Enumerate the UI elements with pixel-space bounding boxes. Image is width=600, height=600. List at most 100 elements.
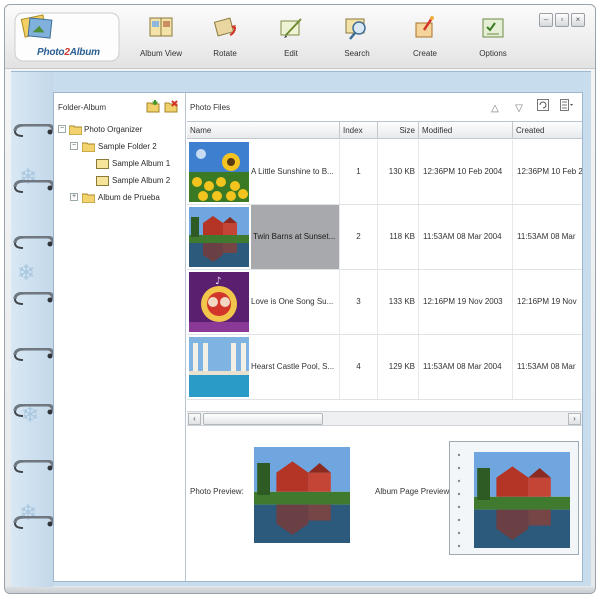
folder-icon [81, 141, 96, 153]
photo-preview-label: Photo Preview: [190, 487, 244, 496]
tree-node-label: Photo Organizer [84, 125, 143, 134]
modified-cell: 11:53AM 08 Mar 2004 [419, 335, 513, 399]
rotate-label: Rotate [213, 49, 237, 58]
spiral-ring [13, 403, 55, 418]
app-window: Photo2Album Album View Rotate Edit Searc… [4, 4, 596, 594]
spiral-ring [13, 235, 55, 250]
options-button[interactable]: Options [461, 15, 525, 65]
collapse-icon[interactable]: − [70, 142, 78, 150]
album-page-preview [449, 441, 579, 555]
album-icon [96, 158, 109, 169]
refresh-icon[interactable] [536, 99, 550, 112]
tree-node-photo-organizer[interactable]: − Photo Organizer [58, 121, 183, 138]
photo-files-pane: Photo Files △ ▽ Name Index Size Modified … [187, 93, 582, 581]
tree-pane-title: Folder-Album [58, 103, 107, 112]
pool-thumbnail [189, 337, 249, 397]
tree-node-label: Sample Album 1 [112, 159, 171, 168]
toolbar: Photo2Album Album View Rotate Edit Searc… [5, 5, 595, 69]
album-view-label: Album View [139, 49, 183, 58]
name-cell: Hearst Castle Pool, S... [187, 335, 340, 399]
spiral-ring [13, 179, 55, 194]
scroll-right-icon[interactable]: › [568, 413, 581, 425]
svg-text:♪: ♪ [215, 276, 221, 287]
horizontal-scrollbar[interactable]: ‹ › [187, 411, 582, 426]
album-page-preview-label: Album Page Preview [375, 487, 450, 496]
table-row[interactable]: A Little Sunshine to B... 1 130 KB 12:36… [187, 140, 582, 205]
name-cell: Twin Barns at Sunset... [187, 205, 340, 269]
scroll-thumb[interactable] [203, 413, 323, 425]
file-name: Twin Barns at Sunset... [251, 205, 339, 269]
created-cell: 11:53AM 08 Mar [517, 362, 576, 371]
edit-icon [276, 15, 306, 41]
table-row[interactable]: Hearst Castle Pool, S... 4 129 KB 11:53A… [187, 335, 582, 400]
create-icon [410, 15, 440, 41]
snowflake-icon: ❄ [17, 260, 36, 285]
search-button[interactable]: Search [325, 15, 389, 65]
view-menu-icon[interactable] [560, 99, 574, 112]
spiral-binding: ❄ ❄ ❄ ❄ [11, 72, 53, 587]
folder-icon [68, 124, 83, 136]
move-up-icon[interactable]: △ [488, 102, 502, 115]
barn-thumbnail [189, 207, 249, 267]
column-header-size[interactable]: Size [378, 122, 419, 139]
size-cell: 118 KB [378, 205, 419, 269]
index-cell: 4 [340, 335, 378, 399]
rotate-icon [210, 15, 240, 41]
collapse-icon[interactable]: − [58, 125, 66, 133]
name-cell: ♪ Love is One Song Su... [187, 270, 340, 334]
edit-button[interactable]: Edit [259, 15, 323, 65]
rotate-button[interactable]: Rotate [193, 15, 257, 65]
size-cell: 130 KB [378, 140, 419, 204]
delete-folder-icon[interactable] [164, 99, 178, 113]
folder-tree-pane: Folder-Album − Photo Organizer − Sample … [54, 93, 186, 581]
files-toolbar: △ ▽ [478, 99, 574, 115]
spiral-ring [13, 291, 55, 306]
maximize-button[interactable]: ▫ [555, 13, 569, 27]
file-name: Hearst Castle Pool, S... [251, 362, 335, 371]
index-cell: 2 [340, 205, 378, 269]
window-bottom-bar [5, 587, 595, 593]
sunflower-thumbnail [189, 142, 249, 202]
photo-preview-image [254, 447, 350, 543]
search-label: Search [344, 49, 370, 58]
album-view-button[interactable]: Album View [129, 15, 193, 65]
modified-cell: 11:53AM 08 Mar 2004 [419, 205, 513, 269]
folder-icon [81, 192, 96, 204]
file-name: A Little Sunshine to B... [251, 167, 334, 176]
tree-node-album-de-prueba[interactable]: + Album de Prueba [58, 189, 183, 206]
index-cell: 3 [340, 270, 378, 334]
close-button[interactable]: × [571, 13, 585, 27]
logo-text: Photo2Album [37, 47, 100, 58]
new-folder-icon[interactable] [146, 99, 160, 113]
modified-cell: 12:36PM 10 Feb 2004 [419, 140, 513, 204]
column-header-name[interactable]: Name [187, 122, 340, 139]
spiral-ring [13, 459, 55, 474]
tree-node-label: Album de Prueba [98, 193, 160, 202]
tree-node-label: Sample Folder 2 [98, 142, 157, 151]
table-row[interactable]: ♪ Love is One Song Su... 3 133 KB 12:16P… [187, 270, 582, 335]
photo-files-table: Name Index Size Modified Created A Littl… [187, 121, 582, 411]
tree-node-sample-album-2[interactable]: Sample Album 2 [58, 172, 183, 189]
edit-label: Edit [284, 49, 298, 58]
spiral-ring [13, 347, 55, 362]
create-button[interactable]: Create [393, 15, 457, 65]
love-song-thumbnail: ♪ [189, 272, 249, 332]
move-down-icon[interactable]: ▽ [512, 102, 526, 115]
created-cell: 11:53AM 08 Mar [517, 232, 576, 241]
column-header-index[interactable]: Index [340, 122, 378, 139]
options-label: Options [479, 49, 507, 58]
search-icon [342, 15, 372, 41]
table-row-selected[interactable]: Twin Barns at Sunset... 2 118 KB 11:53AM… [187, 205, 582, 270]
album-page-image [474, 452, 570, 548]
minimize-button[interactable]: – [539, 13, 553, 27]
column-header-created[interactable]: Created [513, 122, 582, 139]
scroll-left-icon[interactable]: ‹ [188, 413, 201, 425]
expand-icon[interactable]: + [70, 193, 78, 201]
spiral-ring [13, 515, 55, 530]
folder-tree: − Photo Organizer − Sample Folder 2 Samp… [58, 121, 183, 206]
options-icon [478, 15, 508, 41]
index-cell: 1 [340, 140, 378, 204]
column-header-modified[interactable]: Modified [419, 122, 513, 139]
tree-node-sample-album-1[interactable]: Sample Album 1 [58, 155, 183, 172]
tree-node-sample-folder-2[interactable]: − Sample Folder 2 [58, 138, 183, 155]
